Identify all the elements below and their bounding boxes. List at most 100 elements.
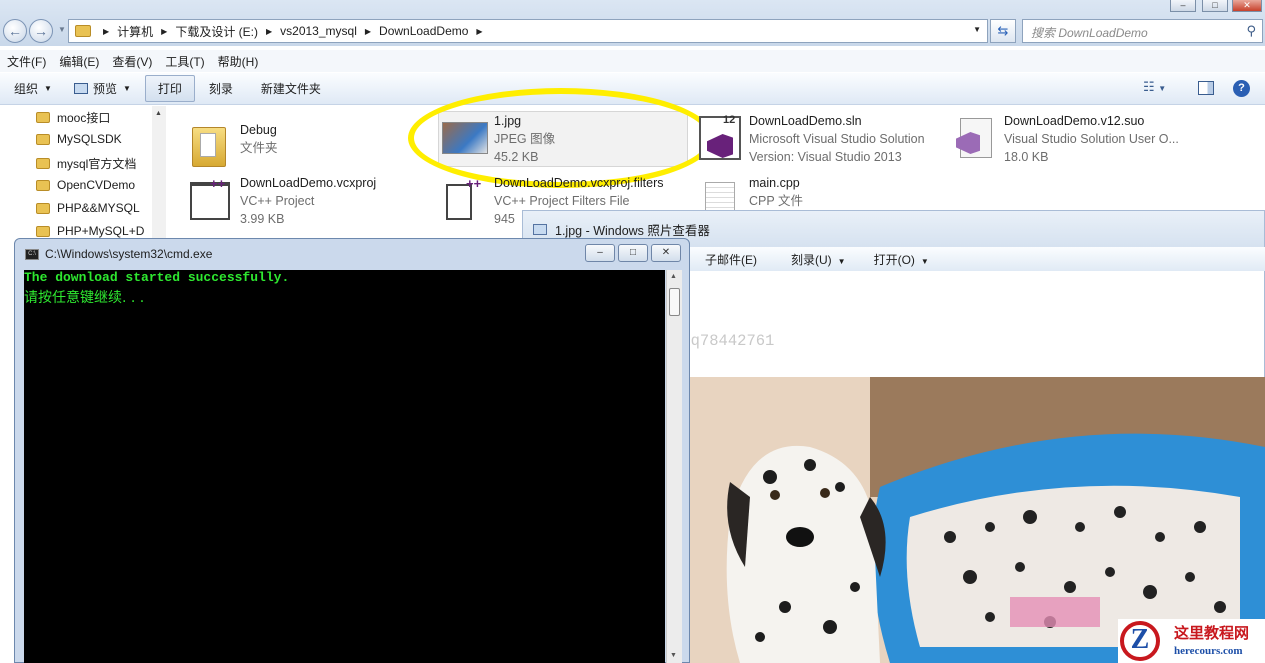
email-menu[interactable]: 子邮件(E) [691, 251, 757, 268]
burn-menu[interactable]: 刻录(U) ▼ [777, 251, 846, 268]
scroll-thumb[interactable] [669, 288, 680, 316]
breadcrumb: 计算机 ▶ 下载及设计 (E:) ▶ vs2013_mysql ▶ DownLo… [117, 23, 490, 40]
help-icon[interactable]: ? [1233, 80, 1250, 97]
sidebar-item[interactable]: mooc接口 [36, 109, 110, 126]
history-dropdown-icon[interactable]: ▼ [58, 25, 66, 34]
sidebar-item[interactable]: PHP+MySQL+D [36, 224, 144, 238]
folder-icon [36, 112, 50, 123]
navigation-scrollbar[interactable]: ▲ [152, 106, 166, 246]
sidebar-item[interactable]: OpenCVDemo [36, 178, 135, 192]
chevron-right-icon[interactable]: ▶ [103, 27, 109, 36]
console-line: 请按任意键继续. . . [24, 290, 145, 306]
file-item-selected[interactable]: 1.jpg JPEG 图像 45.2 KB [440, 112, 555, 166]
jpeg-thumbnail-icon [440, 112, 488, 160]
folder-icon [36, 158, 50, 169]
cmd-maximize-button[interactable]: □ [618, 244, 648, 262]
file-type: Visual Studio Solution User O... [1004, 132, 1179, 146]
preview-label: 预览 [92, 82, 117, 96]
sidebar-item-label: MySQLSDK [57, 132, 122, 146]
file-item[interactable]: 12 DownLoadDemo.sln Microsoft Visual Stud… [695, 112, 925, 166]
file-name: DownLoadDemo.sln [749, 114, 862, 128]
chevron-right-icon[interactable]: ▶ [365, 27, 371, 36]
photo-viewer-title: 1.jpg - Windows 照片查看器 [555, 223, 710, 238]
breadcrumb-item[interactable]: 计算机 [117, 23, 153, 40]
preview-button[interactable]: 预览 ▼ [73, 80, 131, 97]
organize-label: 组织 [14, 82, 39, 96]
scroll-up-icon[interactable]: ▲ [670, 273, 677, 280]
menu-help[interactable]: 帮助(H) [218, 53, 259, 70]
file-name: Debug [240, 123, 277, 137]
console-output[interactable]: The download started successfully. 请按任意键… [24, 270, 665, 663]
file-type: VC++ Project [240, 194, 315, 208]
file-type: 文件夹 [240, 141, 278, 155]
logo-text-en: herecours.com [1174, 645, 1243, 657]
back-button[interactable]: ← [3, 19, 27, 43]
breadcrumb-item[interactable]: 下载及设计 (E:) [175, 23, 258, 40]
cmd-minimize-button[interactable]: – [585, 244, 615, 262]
sidebar-item-label: PHP&&MYSQL [57, 201, 140, 215]
view-options-icon[interactable]: ☷ ▼ [1143, 79, 1166, 95]
sidebar-item-label: OpenCVDemo [57, 178, 136, 192]
sidebar-item[interactable]: MySQLSDK [36, 132, 122, 146]
file-item[interactable]: ++ DownLoadDemo.vcxproj VC++ Project 3.99 … [186, 174, 376, 228]
cmd-close-button[interactable]: ✕ [651, 244, 681, 262]
chevron-down-icon: ▼ [122, 84, 131, 93]
menu-tools[interactable]: 工具(T) [165, 53, 204, 70]
folder-icon [186, 121, 234, 169]
print-label: 打印 [157, 82, 182, 96]
address-dropdown-icon[interactable]: ▼ [973, 25, 981, 34]
folder-icon [36, 202, 50, 214]
chevron-down-icon: ▼ [837, 256, 846, 266]
breadcrumb-item[interactable]: vs2013_mysql [280, 24, 357, 38]
new-folder-button[interactable]: 新建文件夹 [261, 80, 321, 97]
file-type: JPEG 图像 [494, 132, 556, 146]
search-placeholder: 搜索 DownLoadDemo [1031, 26, 1148, 40]
file-name: DownLoadDemo.vcxproj [240, 176, 377, 190]
chevron-right-icon[interactable]: ▶ [161, 27, 167, 36]
site-logo: Z 这里教程网 herecours.com [1118, 619, 1265, 663]
sidebar-item[interactable]: mysql官方文档 [36, 155, 136, 172]
folder-icon [75, 25, 91, 37]
close-button[interactable]: ✕ [1232, 0, 1262, 12]
preview-pane-icon[interactable] [1198, 81, 1214, 95]
vcxproj-icon: ++ [186, 174, 234, 222]
file-name: 1.jpg [494, 114, 522, 128]
print-button[interactable]: 打印 [144, 75, 195, 102]
menu-file[interactable]: 文件(F) [7, 53, 46, 70]
sidebar-item[interactable]: PHP&&MYSQL [36, 201, 140, 215]
search-icon[interactable]: ⚲ [1246, 23, 1256, 39]
maximize-button[interactable]: □ [1202, 0, 1228, 12]
filters-icon: ++ [440, 174, 488, 222]
burn-button[interactable]: 刻录 [209, 80, 233, 97]
file-item[interactable]: DownLoadDemo.v12.suo Visual Studio Soluti… [950, 112, 1179, 166]
file-type: Microsoft Visual Studio Solution [749, 132, 925, 146]
cmd-window: C:\ C:\Windows\system32\cmd.exe – □ ✕ Th… [14, 238, 690, 663]
scroll-down-icon[interactable]: ▼ [670, 652, 677, 659]
folder-icon [36, 179, 50, 191]
cmd-icon: C:\ [25, 248, 39, 260]
logo-mark: Z [1120, 621, 1160, 661]
file-item[interactable]: Debug 文件夹 [186, 121, 278, 169]
console-scrollbar[interactable]: ▲ ▼ [666, 270, 682, 663]
menu-view[interactable]: 查看(V) [112, 53, 152, 70]
address-bar[interactable]: ▶ 计算机 ▶ 下载及设计 (E:) ▶ vs2013_mysql ▶ Down… [68, 19, 988, 43]
file-name: DownLoadDemo.vcxproj.filters [494, 176, 664, 190]
open-menu[interactable]: 打开(O) ▼ [860, 251, 929, 268]
refresh-button[interactable]: ⇆ [990, 19, 1016, 43]
preview-icon [73, 83, 88, 94]
chevron-right-icon[interactable]: ▶ [476, 27, 482, 36]
file-size: 45.2 KB [494, 150, 539, 164]
forward-button[interactable]: → [29, 19, 53, 43]
explorer-titlebar: – □ ✕ ← → ▼ ▶ 计算机 ▶ 下载及设计 (E:) ▶ vs2013_… [0, 0, 1265, 46]
chevron-right-icon[interactable]: ▶ [266, 27, 272, 36]
sidebar-item-label: PHP+MySQL+D [57, 224, 145, 238]
organize-button[interactable]: 组织 ▼ [14, 80, 52, 97]
file-type: CPP 文件 [749, 194, 803, 208]
breadcrumb-item[interactable]: DownLoadDemo [379, 24, 468, 38]
menu-edit[interactable]: 编辑(E) [59, 53, 99, 70]
sidebar-item-label: mysql官方文档 [57, 157, 137, 171]
chevron-down-icon: ▼ [44, 84, 52, 93]
vs-suo-icon [950, 112, 998, 160]
search-input[interactable]: 搜索 DownLoadDemo ⚲ [1022, 19, 1263, 43]
minimize-button[interactable]: – [1170, 0, 1196, 12]
